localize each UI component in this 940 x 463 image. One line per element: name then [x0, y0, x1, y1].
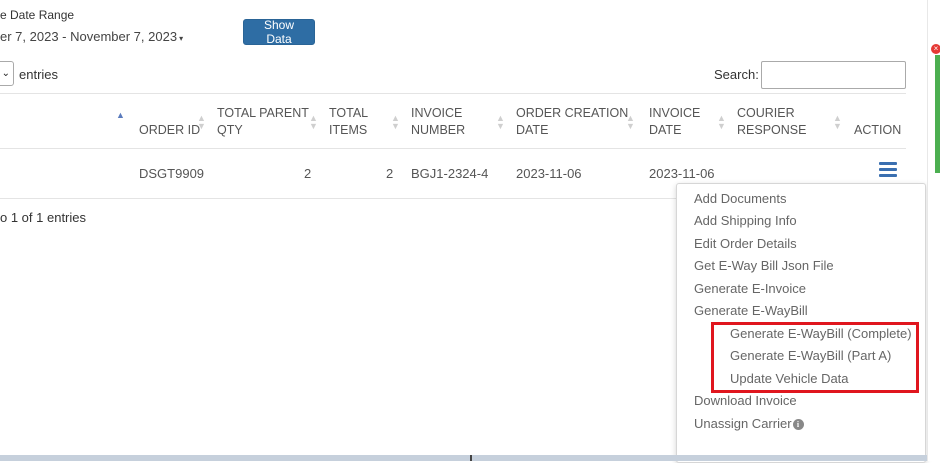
table-header-divider — [0, 148, 906, 149]
column-header-invoice-date[interactable]: INVOICE DATE — [649, 105, 700, 139]
column-header-order-creation-date[interactable]: ORDER CREATION DATE — [516, 105, 628, 139]
column-header-label: TOTAL — [329, 106, 369, 120]
menu-item-unassign-carrier[interactable]: Unassign Carrier i — [694, 416, 804, 431]
column-header-courier-response[interactable]: COURIER RESPONSE — [737, 105, 806, 139]
column-header-invoice-number[interactable]: INVOICE NUMBER — [411, 105, 465, 139]
menu-item-add-documents[interactable]: Add Documents — [694, 191, 787, 206]
entries-label: entries — [19, 67, 59, 82]
sort-both-icon[interactable]: ▲ ▼ — [391, 114, 400, 131]
cell-total-items: 2 — [386, 166, 394, 181]
sort-both-icon[interactable]: ▲ ▼ — [717, 114, 726, 131]
column-header-label: ORDER ID — [139, 123, 201, 137]
search-input[interactable] — [761, 61, 906, 89]
column-header-label: ITEMS — [329, 123, 368, 137]
column-header-label: DATE — [516, 123, 549, 137]
column-header-label: ORDER CREATION — [516, 106, 629, 120]
scrollbar-thumb-marker — [470, 455, 472, 461]
cell-total-parent-qty: 2 — [304, 166, 312, 181]
cell-invoice-date: 2023-11-06 — [649, 166, 715, 181]
info-icon: i — [792, 419, 804, 430]
date-range-picker[interactable]: er 7, 2023 - November 7, 2023 ▾ — [0, 29, 183, 44]
menu-item-get-eway-bill-json[interactable]: Get E-Way Bill Json File — [694, 258, 834, 273]
column-header-label: RESPONSE — [737, 123, 807, 137]
close-icon[interactable]: × — [931, 44, 940, 54]
menu-item-label: Unassign Carrier — [694, 416, 792, 431]
column-header-label: QTY — [217, 123, 243, 137]
sort-both-icon[interactable]: ▲ ▼ — [626, 114, 635, 131]
date-range-value: er 7, 2023 - November 7, 2023 — [0, 29, 178, 44]
show-data-button[interactable]: Show Data — [243, 18, 315, 46]
column-header-label: INVOICE — [649, 106, 701, 120]
search-label: Search: — [714, 67, 759, 82]
horizontal-scrollbar[interactable] — [0, 455, 927, 461]
column-header-action: ACTION — [854, 122, 901, 139]
menu-icon[interactable] — [879, 162, 897, 178]
date-range-label: e Date Range — [0, 8, 75, 22]
column-header-total-items[interactable]: TOTAL ITEMS — [329, 105, 368, 139]
caret-down-icon: ▾ — [179, 34, 184, 43]
cell-invoice-number: BGJ1-2324-4 — [411, 166, 489, 181]
menu-item-edit-order-details[interactable]: Edit Order Details — [694, 236, 797, 251]
column-header-order-id[interactable]: ORDER ID — [139, 122, 200, 139]
sort-both-icon[interactable]: ▲ ▼ — [197, 114, 206, 131]
column-header-label: TOTAL PARENT — [217, 106, 309, 120]
column-header-total-parent-qty[interactable]: TOTAL PARENT QTY — [217, 105, 309, 139]
cell-order-id: DSGT9909 — [139, 166, 205, 181]
sort-both-icon[interactable]: ▲ ▼ — [309, 114, 318, 131]
table-top-border — [0, 93, 906, 94]
status-indicator-bar — [935, 55, 940, 173]
cell-order-creation-date: 2023-11-06 — [516, 166, 582, 181]
column-header-label: DATE — [649, 123, 682, 137]
column-header-label: COURIER — [737, 106, 795, 120]
sort-both-icon[interactable]: ▲ ▼ — [833, 114, 842, 131]
menu-item-download-invoice[interactable]: Download Invoice — [694, 393, 797, 408]
sort-asc-icon[interactable]: ▲ — [116, 110, 125, 120]
menu-item-add-shipping-info[interactable]: Add Shipping Info — [694, 213, 797, 228]
highlight-box — [711, 322, 919, 393]
sort-both-icon[interactable]: ▲ ▼ — [496, 114, 505, 131]
column-header-label: INVOICE — [411, 106, 463, 120]
menu-item-generate-e-invoice[interactable]: Generate E-Invoice — [694, 281, 806, 296]
table-info: o 1 of 1 entries — [0, 210, 86, 225]
entries-length-select[interactable]: ⌄ — [0, 61, 14, 86]
chevron-down-icon: ⌄ — [1, 68, 10, 79]
menu-item-generate-e-waybill[interactable]: Generate E-WayBill — [694, 303, 808, 318]
table-bottom-border — [0, 198, 676, 199]
column-header-label: ACTION — [854, 123, 902, 137]
column-header-label: NUMBER — [411, 123, 466, 137]
